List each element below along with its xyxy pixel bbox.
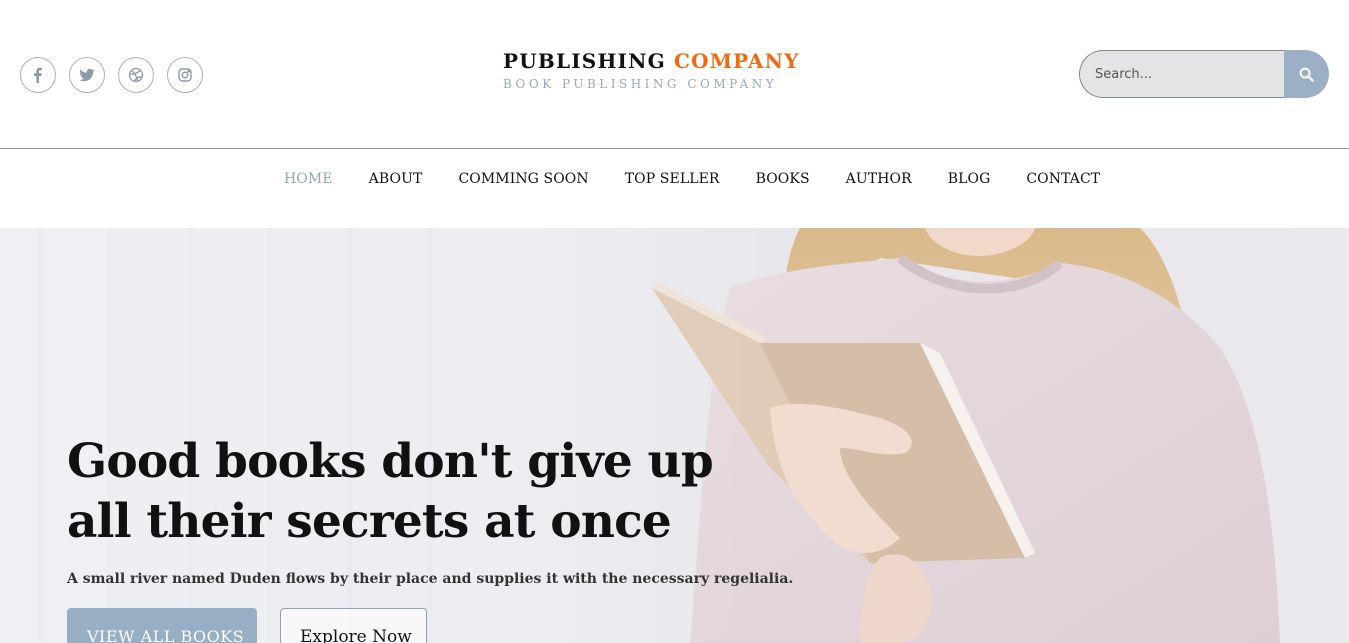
site-header: PUBLISHING COMPANY BOOK PUBLISHING COMPA… (0, 0, 1349, 148)
twitter-link[interactable] (69, 57, 105, 93)
nav-item-author[interactable]: AUTHOR (846, 171, 912, 187)
site-logo[interactable]: PUBLISHING COMPANY BOOK PUBLISHING COMPA… (503, 48, 798, 91)
logo-title-part1: PUBLISHING (503, 49, 666, 73)
search-form (1079, 50, 1329, 98)
instagram-icon (178, 68, 192, 82)
social-links (20, 57, 203, 93)
nav-item-top-seller[interactable]: TOP SELLER (625, 171, 720, 187)
dribbble-link[interactable] (118, 57, 154, 93)
hero-section: Good books don't give up all their secre… (0, 228, 1349, 643)
instagram-link[interactable] (167, 57, 203, 93)
nav-item-blog[interactable]: BLOG (948, 171, 991, 187)
nav-item-comming-soon[interactable]: COMMING SOON (458, 171, 588, 187)
search-button[interactable] (1284, 50, 1329, 98)
nav-list: HOME ABOUT COMMING SOON TOP SELLER BOOKS… (284, 171, 1100, 187)
hero-subtitle: A small river named Duden flows by their… (67, 571, 794, 587)
logo-title: PUBLISHING COMPANY (503, 48, 798, 74)
main-nav: HOME ABOUT COMMING SOON TOP SELLER BOOKS… (0, 148, 1349, 228)
twitter-icon (79, 68, 95, 82)
facebook-link[interactable] (20, 57, 56, 93)
facebook-icon (34, 67, 42, 83)
search-input[interactable] (1079, 50, 1284, 98)
nav-item-home[interactable]: HOME (284, 171, 333, 187)
nav-item-contact[interactable]: CONTACT (1026, 171, 1100, 187)
hero-title: Good books don't give up all their secre… (67, 434, 714, 549)
dribbble-icon (128, 67, 144, 83)
nav-item-books[interactable]: BOOKS (756, 171, 810, 187)
search-icon (1299, 67, 1314, 82)
logo-title-part2: COMPANY (674, 49, 800, 73)
nav-item-about[interactable]: ABOUT (369, 171, 423, 187)
explore-now-button[interactable]: Explore Now (280, 608, 427, 643)
logo-tagline: BOOK PUBLISHING COMPANY (503, 77, 778, 91)
view-all-books-button[interactable]: VIEW ALL BOOKS (67, 608, 257, 643)
